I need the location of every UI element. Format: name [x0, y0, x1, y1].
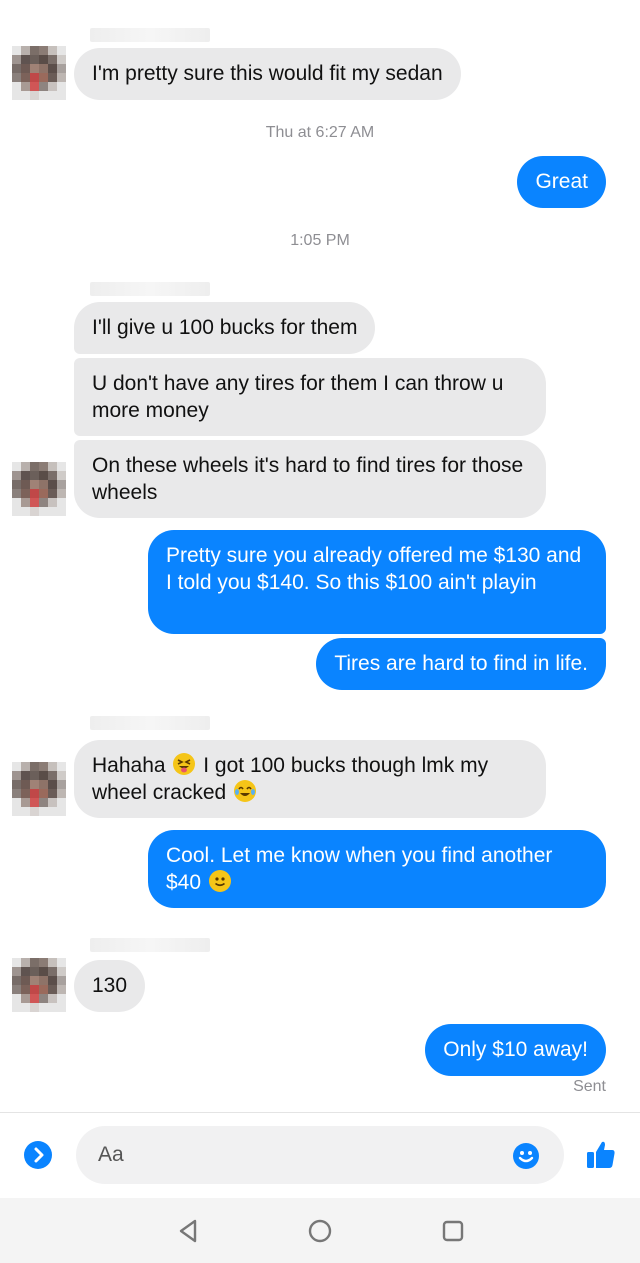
message-bubble-outgoing[interactable]: Pretty sure you already offered me $130 …	[148, 530, 606, 634]
sender-name-blurred	[90, 716, 210, 730]
message-bubble-outgoing[interactable]: Only $10 away!	[425, 1024, 606, 1076]
message-bubble-incoming[interactable]: 130	[74, 960, 146, 1012]
message-bubble-incoming[interactable]: I'll give u 100 bucks for them	[74, 302, 376, 354]
tears-of-joy-emoji-icon	[234, 780, 257, 802]
message-input-wrapper	[76, 1126, 564, 1184]
message-bubble-incoming[interactable]: On these wheels it's hard to find tires …	[74, 440, 546, 518]
message-text: 130	[92, 974, 128, 997]
message-text: Pretty sure you already offered me $130 …	[166, 544, 582, 594]
message-text: U don't have any tires for them I can th…	[92, 372, 504, 422]
avatar[interactable]	[12, 46, 66, 100]
message-bubble-outgoing[interactable]: Cool. Let me know when you find another …	[148, 830, 606, 908]
message-bubble-incoming[interactable]: I'm pretty sure this would fit my sedan	[74, 48, 461, 100]
message-text: I'll give u 100 bucks for them	[92, 316, 358, 339]
avatar[interactable]	[12, 462, 66, 516]
avatar[interactable]	[12, 958, 66, 1012]
message-text: On these wheels it's hard to find tires …	[92, 454, 524, 504]
nav-home-icon[interactable]	[305, 1216, 335, 1246]
message-text: Great	[535, 170, 588, 193]
conversation: I'm pretty sure this would fit my sedan …	[0, 0, 640, 1112]
message-bubble-outgoing[interactable]: Great	[517, 156, 606, 208]
message-bubble-outgoing[interactable]: Tires are hard to find in life.	[316, 638, 606, 690]
message-text: I'm pretty sure this would fit my sedan	[92, 62, 443, 85]
nav-back-icon[interactable]	[174, 1216, 204, 1246]
timestamp: 1:05 PM	[290, 232, 350, 249]
squinting-tongue-emoji-icon	[173, 753, 196, 775]
message-text: Tires are hard to find in life.	[334, 652, 588, 675]
delivery-status: Sent	[573, 1078, 606, 1095]
message-text: Hahaha	[92, 754, 166, 777]
thumbs-up-icon[interactable]	[584, 1138, 618, 1172]
message-input[interactable]	[98, 1126, 498, 1184]
nav-recents-icon[interactable]	[438, 1216, 468, 1246]
avatar[interactable]	[12, 762, 66, 816]
message-bubble-incoming[interactable]: U don't have any tires for them I can th…	[74, 358, 546, 436]
chevron-right-icon[interactable]	[24, 1141, 52, 1169]
smiley-icon[interactable]	[512, 1142, 540, 1170]
sender-name-blurred	[90, 282, 210, 296]
message-bubble-incoming[interactable]: Hahaha I got 100 bucks though lmk my whe…	[74, 740, 546, 818]
slightly-smiling-emoji-icon	[208, 870, 231, 892]
sender-name-blurred	[90, 28, 210, 42]
message-text: Only $10 away!	[443, 1038, 588, 1061]
sender-name-blurred	[90, 938, 210, 952]
timestamp: Thu at 6:27 AM	[265, 124, 375, 141]
